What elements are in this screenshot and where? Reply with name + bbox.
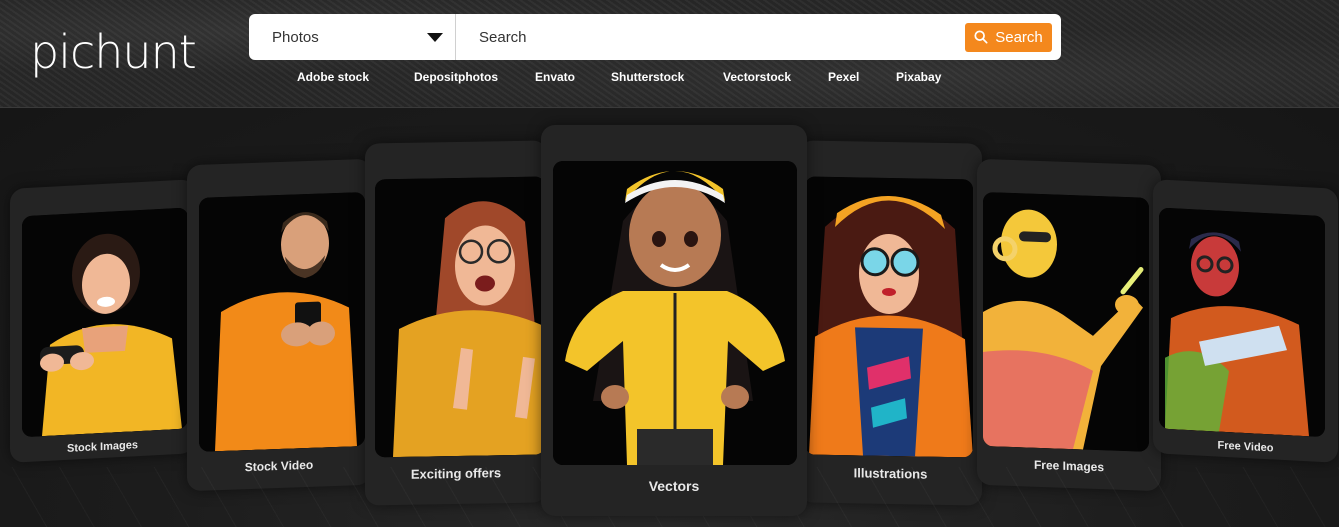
caret-down-icon [427,33,443,42]
category-carousel: Stock Images Stock Video Exciting offers… [0,108,1339,527]
card-free-images[interactable]: Free Images [977,158,1161,492]
card-label: Illustrations [853,465,928,482]
search-button-label: Search [995,28,1043,46]
category-selected-value: Photos [272,28,319,46]
source-link-vectorstock[interactable]: Vectorstock [723,70,791,84]
source-links: Adobe stock Depositphotos Envato Shutter… [0,70,1339,88]
card-image [22,207,188,438]
card-label: Vectors [648,478,700,494]
card-label: Stock Images [67,439,138,455]
source-link-pixabay[interactable]: Pixabay [896,70,941,84]
card-free-video[interactable]: Free Video [1153,179,1338,463]
header: pichunt Photos Search Adobe stock Deposi… [0,0,1339,108]
card-image [805,176,973,458]
category-dropdown[interactable]: Photos [249,14,456,60]
source-link-adobe-stock[interactable]: Adobe stock [297,70,369,84]
search-icon [974,30,988,44]
search-button[interactable]: Search [965,22,1052,52]
card-label: Exciting offers [410,465,502,482]
card-illustrations[interactable]: Illustrations [799,140,982,506]
card-image [983,191,1149,452]
card-image [375,176,545,458]
source-link-shutterstock[interactable]: Shutterstock [611,70,684,84]
card-image [199,191,365,452]
source-link-envato[interactable]: Envato [535,70,575,84]
source-link-depositphotos[interactable]: Depositphotos [414,70,498,84]
search-bar: Photos Search [249,14,1061,60]
card-stock-images[interactable]: Stock Images [10,179,195,463]
card-label: Stock Video [244,457,314,475]
card-exciting-offers[interactable]: Exciting offers [365,140,547,506]
card-vectors[interactable]: Vectors [541,125,807,516]
card-image [1159,207,1325,438]
search-input[interactable] [456,14,965,60]
source-link-pexel[interactable]: Pexel [828,70,859,84]
card-image [553,161,797,465]
card-label: Free Video [1217,439,1274,455]
card-stock-video[interactable]: Stock Video [187,158,371,492]
card-label: Free Images [1033,457,1105,475]
